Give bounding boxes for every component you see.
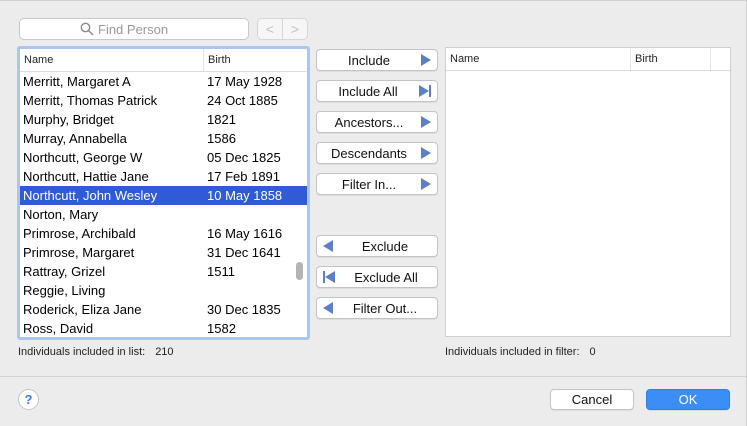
table-row[interactable]: Rattray, Grizel 1511 — [20, 262, 307, 281]
filter-count-value: 0 — [589, 346, 596, 358]
cell-name: Murray, Annabella — [23, 131, 127, 146]
filter-in-button[interactable]: Filter In... — [316, 173, 438, 195]
table-row[interactable]: Primrose, Archibald 16 May 1616 — [20, 224, 307, 243]
back-button[interactable]: < — [258, 19, 282, 39]
cell-birth: 16 May 1616 — [207, 226, 283, 241]
cell-name: Reggie, Living — [23, 283, 106, 298]
table-row[interactable]: Northcutt, George W 05 Dec 1825 — [20, 148, 307, 167]
ancestors-button[interactable]: Ancestors... — [316, 111, 438, 133]
ok-label: OK — [678, 392, 698, 407]
filter-out-label: Filter Out... — [352, 300, 418, 316]
table-header: Name Birth — [446, 48, 730, 71]
cell-birth: 10 May 1858 — [207, 188, 283, 203]
exclude-all-label: Exclude All — [354, 269, 418, 285]
column-header-name[interactable]: Name — [446, 48, 630, 70]
table-row[interactable]: Ross, David 1582 — [20, 319, 307, 337]
window-top-border — [0, 0, 747, 1]
column-header-spacer — [710, 48, 730, 70]
arrow-right-icon — [421, 147, 431, 159]
arrow-left-icon — [323, 240, 333, 252]
people-list-table[interactable]: Name Birth Merritt, Margaret A 17 May 192… — [17, 46, 310, 340]
arrow-left-icon — [323, 302, 333, 314]
cell-name: Merritt, Margaret A — [23, 74, 131, 89]
table-row[interactable]: Northcutt, John Wesley 10 May 1858 — [20, 186, 307, 205]
chevron-right-icon: > — [290, 21, 300, 37]
table-row[interactable]: Murphy, Bridget 1821 — [20, 110, 307, 129]
table-row[interactable]: Merritt, Margaret A 17 May 1928 — [20, 72, 307, 91]
table-row[interactable]: Primrose, Margaret 31 Dec 1641 — [20, 243, 307, 262]
include-label: Include — [348, 52, 390, 68]
cell-name: Ross, David — [23, 321, 94, 336]
cell-birth: 1511 — [207, 264, 235, 279]
table-row[interactable]: Norton, Mary — [20, 205, 307, 224]
cell-birth: 1821 — [207, 112, 236, 127]
filter-in-label: Filter In... — [341, 176, 397, 192]
cell-birth: 24 Oct 1885 — [207, 93, 278, 108]
cell-birth: 30 Dec 1835 — [207, 302, 281, 317]
cancel-label: Cancel — [571, 392, 613, 407]
table-row[interactable]: Reggie, Living — [20, 281, 307, 300]
cell-name: Primrose, Margaret — [23, 245, 135, 260]
ancestors-label: Ancestors... — [334, 114, 404, 130]
cell-name: Northcutt, Hattie Jane — [23, 169, 149, 184]
include-button[interactable]: Include — [316, 49, 438, 71]
help-icon: ? — [24, 392, 33, 407]
include-all-button[interactable]: Include All — [316, 80, 438, 102]
help-button[interactable]: ? — [18, 389, 39, 410]
filter-list-table[interactable]: Name Birth — [445, 47, 731, 337]
cell-birth: 17 Feb 1891 — [207, 169, 281, 184]
cell-name: Primrose, Archibald — [23, 226, 136, 241]
column-header-name[interactable]: Name — [20, 49, 203, 71]
cell-name: Rattray, Grizel — [23, 264, 106, 279]
cell-birth: 31 Dec 1641 — [207, 245, 281, 260]
forward-button[interactable]: > — [282, 19, 307, 39]
cell-birth: 17 May 1928 — [207, 74, 283, 89]
arrow-left-end-icon — [323, 271, 335, 283]
arrow-right-icon — [421, 54, 431, 66]
cell-birth: 1586 — [207, 131, 236, 146]
arrow-right-icon — [421, 178, 431, 190]
cell-name: Roderick, Eliza Jane — [23, 302, 142, 317]
table-body: Merritt, Margaret A 17 May 1928 Merritt, T… — [20, 72, 307, 337]
arrow-right-end-icon — [419, 85, 431, 97]
column-header-birth[interactable]: Birth — [203, 49, 307, 71]
footer-divider — [0, 376, 747, 377]
cell-birth: 05 Dec 1825 — [207, 150, 281, 165]
filter-count: Individuals included in filter: 0 — [445, 346, 596, 358]
cell-name: Northcutt, John Wesley — [23, 188, 158, 203]
search-icon — [80, 22, 94, 36]
exclude-button[interactable]: Exclude — [316, 235, 438, 257]
descendants-button[interactable]: Descendants — [316, 142, 438, 164]
list-count-value: 210 — [155, 346, 174, 358]
column-header-birth[interactable]: Birth — [630, 48, 710, 70]
nav-segment: < > — [257, 18, 308, 40]
find-person-search[interactable] — [19, 18, 249, 40]
list-count-label: Individuals included in list: — [18, 346, 146, 358]
arrow-right-icon — [421, 116, 431, 128]
descendants-label: Descendants — [331, 145, 407, 161]
table-header: Name Birth — [20, 49, 307, 72]
filter-count-label: Individuals included in filter: — [445, 346, 580, 358]
cell-name: Murphy, Bridget — [23, 112, 114, 127]
cell-birth: 1582 — [207, 321, 236, 336]
scrollbar-thumb[interactable] — [296, 262, 303, 280]
cell-name: Northcutt, George W — [23, 150, 143, 165]
table-row[interactable]: Roderick, Eliza Jane 30 Dec 1835 — [20, 300, 307, 319]
filter-out-button[interactable]: Filter Out... — [316, 297, 438, 319]
search-input[interactable] — [98, 21, 188, 37]
include-all-label: Include All — [338, 83, 398, 99]
exclude-all-button[interactable]: Exclude All — [316, 266, 438, 288]
table-row[interactable]: Merritt, Thomas Patrick 24 Oct 1885 — [20, 91, 307, 110]
chevron-left-icon: < — [265, 21, 275, 37]
table-row[interactable]: Murray, Annabella 1586 — [20, 129, 307, 148]
table-row[interactable]: Northcutt, Hattie Jane 17 Feb 1891 — [20, 167, 307, 186]
list-count: Individuals included in list: 210 — [18, 346, 174, 358]
ok-button[interactable]: OK — [646, 389, 730, 410]
cell-name: Norton, Mary — [23, 207, 99, 222]
cell-name: Merritt, Thomas Patrick — [23, 93, 158, 108]
exclude-label: Exclude — [361, 238, 409, 254]
cancel-button[interactable]: Cancel — [550, 389, 634, 410]
